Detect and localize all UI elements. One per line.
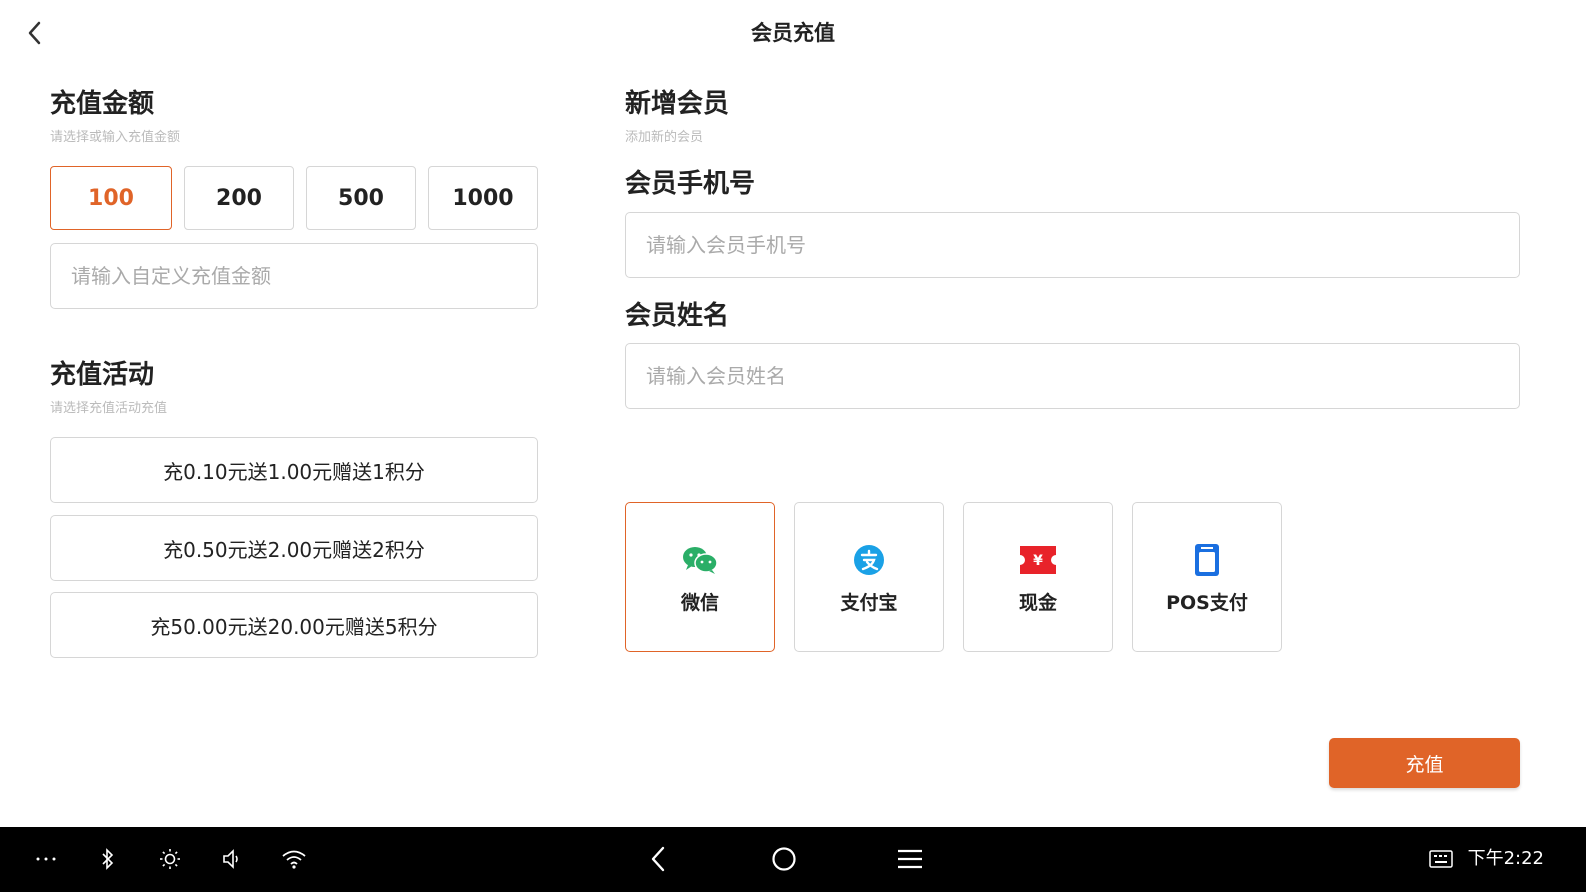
cash-icon: ¥ [1018, 540, 1058, 580]
payment-cash[interactable]: ¥ 现金 [963, 502, 1113, 652]
pos-icon [1187, 540, 1227, 580]
new-member-title: 新增会员 [625, 89, 730, 119]
amount-option-500[interactable]: 500 [306, 166, 416, 230]
bluetooth-icon[interactable] [88, 839, 128, 879]
keyboard-icon[interactable] [1421, 839, 1461, 879]
payment-label: POS支付 [1166, 591, 1248, 614]
nav-back-icon[interactable] [638, 839, 678, 879]
system-nav-bar: 下午2:22 [0, 827, 1586, 892]
activity-item[interactable]: 充0.10元送1.00元赠送1积分 [50, 437, 538, 503]
payment-pos[interactable]: POS支付 [1132, 502, 1282, 652]
wifi-icon[interactable] [274, 839, 314, 879]
app-root: 会员充值 充值金额 请选择或输入充值金额 100 200 500 1000 充值… [0, 0, 1586, 892]
activity-item[interactable]: 充50.00元送20.00元赠送5积分 [50, 592, 538, 658]
amount-option-100[interactable]: 100 [50, 166, 172, 230]
page-title: 会员充值 [751, 21, 835, 45]
payment-label: 现金 [1018, 591, 1057, 614]
amount-option-200[interactable]: 200 [184, 166, 294, 230]
nav-home-icon[interactable] [764, 839, 804, 879]
activity-item[interactable]: 充0.50元送2.00元赠送2积分 [50, 515, 538, 581]
payment-wechat[interactable]: 微信 [625, 502, 775, 652]
name-input[interactable] [644, 363, 1501, 389]
recharge-amount-title: 充值金额 [50, 89, 155, 119]
svg-text:¥: ¥ [1033, 553, 1043, 569]
phone-field [625, 212, 1520, 278]
recharge-activity-title: 充值活动 [50, 360, 155, 390]
phone-label: 会员手机号 [625, 169, 756, 199]
more-icon[interactable] [26, 839, 66, 879]
name-field [625, 343, 1520, 409]
amount-option-1000[interactable]: 1000 [428, 166, 538, 230]
alipay-icon [849, 540, 889, 580]
volume-icon[interactable] [212, 839, 252, 879]
brightness-icon[interactable] [150, 839, 190, 879]
custom-amount-field [50, 243, 538, 309]
new-member-subtitle: 添加新的会员 [625, 130, 704, 145]
payment-alipay[interactable]: 支付宝 [794, 502, 944, 652]
recharge-activity-subtitle: 请选择充值活动充值 [50, 401, 168, 416]
clock: 下午2:22 [1467, 848, 1544, 869]
payment-label: 微信 [680, 591, 719, 614]
recharge-submit-button[interactable]: 充值 [1329, 738, 1520, 788]
payment-label: 支付宝 [840, 591, 898, 614]
recharge-amount-subtitle: 请选择或输入充值金额 [50, 130, 181, 145]
nav-menu-icon[interactable] [890, 839, 930, 879]
phone-input[interactable] [644, 232, 1501, 258]
name-label: 会员姓名 [625, 301, 730, 331]
wechat-icon [680, 540, 720, 580]
custom-amount-input[interactable] [69, 263, 519, 289]
